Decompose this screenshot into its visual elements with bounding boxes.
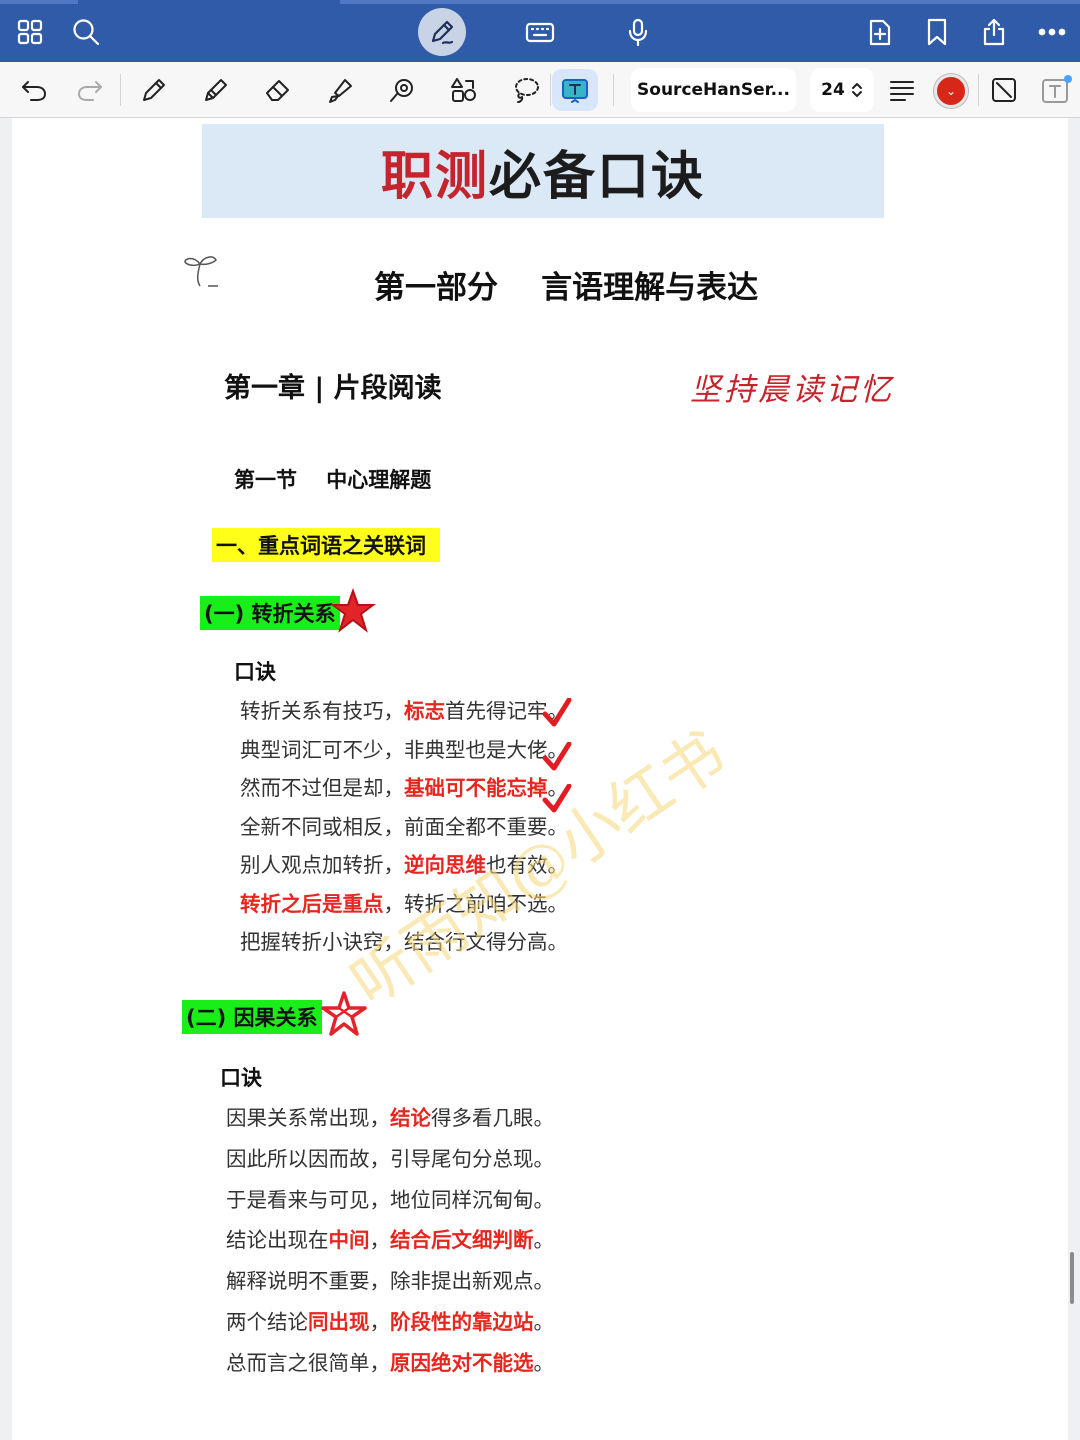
toolbar-divider <box>978 74 979 106</box>
shape-tool-icon[interactable] <box>382 70 422 110</box>
add-page-icon[interactable] <box>858 10 902 54</box>
line-text: 因果关系常出现， <box>226 1106 390 1130</box>
mnemonic-line: 两个结论同出现，阶段性的靠边站。 <box>226 1302 554 1343</box>
document-title-banner: 职测必备口诀 <box>202 124 884 218</box>
share-icon[interactable] <box>972 10 1016 54</box>
toolbar-divider <box>120 74 121 106</box>
handwritten-note: 坚持晨读记忆 <box>690 372 894 408</box>
line-text: 。 <box>533 1228 555 1253</box>
line-text: 解释说明不重要，除非提出新观点。 <box>226 1269 554 1294</box>
line-text: 总而言之很简单， <box>226 1350 390 1375</box>
line-text: 两个结论 <box>226 1309 308 1334</box>
tab-indicator-left <box>0 0 78 4</box>
line-text: 因此所以因而故，引导尾句分总现。 <box>226 1146 554 1171</box>
line-text: 典型词汇可不少，非典型也是大佬。 <box>240 737 568 762</box>
line-text: 得多看几眼。 <box>431 1106 554 1130</box>
line-text: 转折关系有技巧， <box>240 699 404 723</box>
document-title: 职测必备口诀 <box>380 145 706 207</box>
subsection-highlight: 一、重点词语之关联词 <box>212 528 440 562</box>
mnemonic-line: 然而不过但是却，基础可不能忘掉。 <box>240 769 568 808</box>
sprout-icon <box>184 256 218 287</box>
red-star-outline-icon <box>321 991 367 1036</box>
line-text: 于是看来与可见，地位同样沉甸甸。 <box>226 1187 554 1212</box>
block-heading-1: (一) 转折关系 <box>200 596 340 630</box>
red-check-icon <box>542 742 572 771</box>
text-align-icon[interactable] <box>882 70 922 110</box>
toolbar-divider <box>613 74 614 106</box>
text-box-icon[interactable] <box>552 69 598 111</box>
highlighted-phrase: 中间 <box>328 1228 370 1253</box>
mnemonic-line: 转折关系有技巧，标志首先得记牢。 <box>240 692 568 731</box>
redo-icon[interactable] <box>70 70 110 110</box>
line-text: 别人观点加转折， <box>240 853 404 877</box>
text-style-icon[interactable] <box>1036 70 1076 110</box>
highlighted-phrase: 结合后文细判断 <box>390 1228 534 1253</box>
line-text: 结论出现在 <box>226 1228 329 1253</box>
pencil-icon[interactable] <box>196 70 236 110</box>
toolbar-divider <box>550 74 551 106</box>
eraser-icon[interactable] <box>258 70 298 110</box>
font-size-selector[interactable]: 24 <box>810 68 874 112</box>
highlighter-icon[interactable] <box>320 70 360 110</box>
highlighted-phrase: 转折之后是重点 <box>240 891 384 916</box>
tab-indicator-right <box>340 0 1080 4</box>
line-text: ， <box>369 1228 391 1253</box>
mnemonic-line: 于是看来与可见，地位同样沉甸甸。 <box>226 1180 554 1221</box>
microphone-icon[interactable] <box>616 10 660 54</box>
undo-icon[interactable] <box>14 70 54 110</box>
keyboard-icon[interactable] <box>518 10 562 54</box>
highlighted-phrase: 标志 <box>404 699 445 723</box>
mnemonic-line: 因果关系常出现，结论得多看几眼。 <box>226 1098 554 1139</box>
highlighted-phrase: 阶段性的靠边站 <box>390 1309 534 1334</box>
highlighted-phrase: 结论 <box>390 1106 431 1130</box>
block-heading-2: (二) 因果关系 <box>182 1000 322 1034</box>
mnemonic-label-1: 口诀 <box>234 660 276 684</box>
mnemonic-line: 结论出现在中间，结合后文细判断。 <box>226 1220 554 1261</box>
text-color-picker[interactable]: ⌄ <box>934 74 968 108</box>
line-text: ， <box>369 1309 391 1334</box>
fountain-pen-icon[interactable] <box>134 70 174 110</box>
stepper-arrows-icon <box>851 83 862 97</box>
section-title: 第一节 中心理解题 <box>234 468 432 492</box>
drawing-toolbar: SourceHanSer... 24 ⌄ <box>0 62 1080 118</box>
chevron-down-icon: ⌄ <box>945 84 957 98</box>
mnemonic-label-2: 口诀 <box>220 1066 262 1090</box>
mnemonic-line: 典型词汇可不少，非典型也是大佬。 <box>240 731 568 770</box>
part-title: 第一部分 言语理解与表达 <box>374 270 759 306</box>
fill-none-icon[interactable] <box>984 70 1024 110</box>
font-family-selector[interactable]: SourceHanSer... <box>631 68 796 112</box>
grid-view-icon[interactable] <box>8 10 52 54</box>
highlighted-phrase: 同出现 <box>308 1309 370 1334</box>
pen-mode-icon[interactable] <box>418 8 466 56</box>
font-size-value: 24 <box>821 80 845 100</box>
red-star-icon <box>330 588 376 633</box>
lasso-icon[interactable] <box>506 70 546 110</box>
mnemonic-line: 因此所以因而故，引导尾句分总现。 <box>226 1139 554 1180</box>
bookmark-icon[interactable] <box>915 10 959 54</box>
more-options-icon[interactable] <box>1030 10 1074 54</box>
mnemonic-line: 解释说明不重要，除非提出新观点。 <box>226 1261 554 1302</box>
element-tool-icon[interactable] <box>444 70 484 110</box>
app-top-bar <box>0 0 1080 62</box>
red-check-icon <box>542 698 572 727</box>
line-text: 。 <box>533 1350 555 1375</box>
mnemonic-lines-2: 因果关系常出现，结论得多看几眼。因此所以因而故，引导尾句分总现。 于是看来与可见，… <box>226 1098 554 1384</box>
chapter-title: 第一章 | 片段阅读 <box>224 373 442 404</box>
mnemonic-line: 总而言之很简单，原因绝对不能选。 <box>226 1343 554 1384</box>
highlighted-phrase: 基础可不能忘掉 <box>404 776 548 800</box>
document-page: 职测必备口诀 第一部分 言语理解与表达 第一章 | 片段阅读 坚持晨读记忆 第一… <box>12 118 1068 1440</box>
highlighted-phrase: 原因绝对不能选 <box>390 1350 534 1375</box>
line-text: 然而不过但是却， <box>240 776 404 800</box>
line-text: 。 <box>533 1309 555 1334</box>
search-icon[interactable] <box>64 10 108 54</box>
vertical-scrollbar[interactable] <box>1070 1252 1074 1304</box>
